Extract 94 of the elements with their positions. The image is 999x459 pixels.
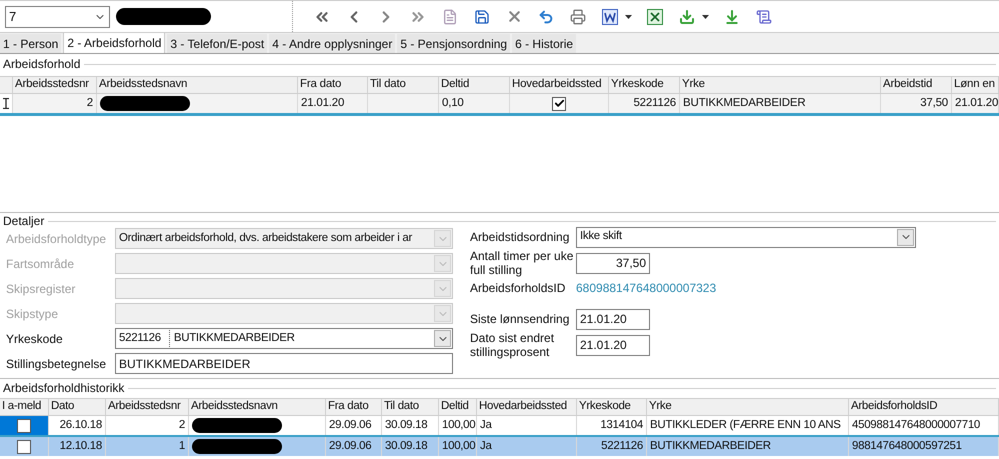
field-label: Arbeidsforholdtype bbox=[6, 230, 108, 248]
table-cell-text: 2 bbox=[86, 96, 93, 111]
download-icon[interactable] bbox=[678, 8, 696, 26]
tab[interactable]: 4 - Andre opplysninger bbox=[269, 34, 396, 53]
table-row[interactable]: 26.10.18 2 29.09.06 30.09.18 100,00 Ja 1314104 BUTIKKLEDER (FÆRRE ENN 10 ANS 450988147648000007710 bbox=[0, 416, 999, 437]
table-cell-text: BUTIKKMEDARBEIDER bbox=[683, 96, 806, 111]
table-cell-text: 5221126 bbox=[633, 96, 676, 111]
table-cell-text: 988147648000597251 bbox=[852, 438, 962, 454]
group-title: Detaljer bbox=[3, 213, 44, 230]
table-cell-text: 30.09.18 bbox=[385, 438, 428, 454]
group-title: Arbeidsforhold bbox=[3, 56, 80, 73]
column-header[interactable]: Arbeidsstedsnavn bbox=[99, 77, 188, 93]
table-cell-text: 0,10 bbox=[442, 96, 464, 111]
column-header[interactable]: Yrkeskode bbox=[579, 399, 631, 415]
tab[interactable]: 6 - Historie bbox=[512, 34, 576, 53]
print-icon[interactable] bbox=[569, 8, 587, 26]
column-header[interactable]: Arbeidsstedsnavn bbox=[191, 399, 278, 415]
tab[interactable]: 5 - Pensjonsordning bbox=[397, 34, 510, 53]
column-header[interactable]: Til dato bbox=[370, 77, 406, 93]
field-label: Dato sist endret stillingsprosent bbox=[470, 331, 556, 359]
field-label: ArbeidsforholdsID bbox=[470, 281, 566, 295]
field-label: Yrkeskode bbox=[6, 330, 64, 348]
table-cell-text: 100,00 bbox=[442, 418, 476, 433]
field-label: Fartsområde bbox=[6, 256, 76, 272]
table-cell-text: Ja bbox=[480, 438, 492, 454]
column-header[interactable]: Deltid bbox=[441, 77, 470, 93]
tab[interactable]: 2 - Arbeidsforhold bbox=[63, 32, 166, 53]
table-cell-text: 1314104 bbox=[600, 418, 643, 433]
checkbox[interactable] bbox=[552, 96, 566, 110]
column-header[interactable]: Yrkeskode bbox=[611, 77, 664, 93]
field-label: Antall timer per uke full stilling bbox=[470, 249, 574, 277]
table-cell-text: 37,50 bbox=[920, 96, 948, 111]
script-icon[interactable] bbox=[755, 8, 773, 26]
table-cell-text: BUTIKKMEDARBEIDER bbox=[650, 438, 771, 454]
dropdown-button[interactable] bbox=[434, 330, 451, 347]
document-icon[interactable] bbox=[441, 8, 459, 26]
table-cell-text: 29.09.06 bbox=[329, 418, 372, 433]
column-header[interactable]: Fra dato bbox=[300, 77, 342, 93]
table-cell-text: 29.09.06 bbox=[329, 438, 372, 454]
table-cell-text: Ja bbox=[480, 418, 492, 433]
table-row[interactable]: 2 21.01.20 0,10 5221126 BUTIKKMEDARBEIDER 37,50 21.01.20 bbox=[0, 94, 999, 116]
undo-icon[interactable] bbox=[537, 8, 555, 26]
table-cell-text: 12.10.18 bbox=[60, 438, 102, 454]
check-icon bbox=[554, 98, 564, 109]
column-header[interactable]: Dato bbox=[51, 399, 74, 415]
table-cell-text: 30.09.18 bbox=[385, 418, 428, 433]
table-cell-text: 21.01.20 bbox=[955, 96, 998, 111]
table-cell-text: 450988147648000007710 bbox=[852, 418, 980, 433]
table-cell-text: 100,00 bbox=[442, 438, 476, 454]
dropdown[interactable]: Ikke skift bbox=[576, 226, 916, 248]
field-label: Stillingsbetegnelse bbox=[6, 356, 108, 372]
column-header[interactable]: Fra dato bbox=[328, 399, 368, 415]
text-field[interactable]: 37,50 bbox=[576, 252, 650, 274]
excel-export-icon[interactable] bbox=[646, 8, 664, 26]
checkbox[interactable] bbox=[17, 440, 31, 454]
checkbox[interactable] bbox=[17, 418, 31, 432]
tab[interactable]: 1 - Person bbox=[0, 34, 62, 53]
field-label: Skipsregister bbox=[6, 280, 76, 298]
text-cursor-icon bbox=[3, 98, 9, 109]
column-header[interactable]: Hovedarbeidssted bbox=[479, 399, 567, 415]
table-cell-text: 1 bbox=[178, 438, 185, 454]
column-header[interactable]: Hovedarbeidssted bbox=[512, 77, 602, 93]
table-cell-text: 26.10.18 bbox=[60, 418, 102, 433]
column-header[interactable]: Yrke bbox=[682, 77, 705, 93]
text-field[interactable]: 21.01.20 bbox=[576, 334, 650, 356]
column-header[interactable]: Lønn en bbox=[954, 77, 995, 93]
column-header[interactable]: Deltid bbox=[441, 399, 469, 415]
column-header[interactable]: ArbeidsforholdsID bbox=[851, 399, 938, 415]
column-header[interactable]: Arbeidsstedsnr bbox=[15, 77, 89, 93]
table-cell-text: BUTIKKLEDER (FÆRRE ENN 10 ANS bbox=[650, 418, 841, 433]
field-label: Skipstype bbox=[6, 306, 60, 322]
column-header[interactable]: I a-meld bbox=[2, 399, 42, 415]
id-link[interactable]: 680988147648000007323 bbox=[576, 279, 716, 297]
word-export-icon[interactable] bbox=[601, 8, 619, 26]
caret-icon[interactable] bbox=[625, 14, 632, 18]
field-label: Siste lønnsendring bbox=[470, 312, 570, 326]
dropdown[interactable]: 5221126 BUTIKKMEDARBEIDER bbox=[115, 328, 453, 349]
table-cell-text: 21.01.20 bbox=[301, 96, 344, 111]
table-cell-text: 2 bbox=[178, 418, 185, 433]
column-header[interactable]: Til dato bbox=[384, 399, 419, 415]
record-dropdown[interactable]: 7 bbox=[5, 6, 110, 28]
table-cell-text: 5221126 bbox=[601, 438, 643, 454]
table-row[interactable]: 12.10.18 1 29.09.06 30.09.18 100,00 Ja 5221126 BUTIKKMEDARBEIDER 988147648000597251 bbox=[0, 437, 999, 456]
column-header[interactable]: Yrke bbox=[649, 399, 672, 415]
tab[interactable]: 3 - Telefon/E-post bbox=[167, 34, 268, 53]
text-field[interactable]: BUTIKKMEDARBEIDER bbox=[115, 353, 453, 374]
save-icon[interactable] bbox=[473, 8, 491, 26]
column-header[interactable]: Arbeidstid bbox=[883, 77, 932, 93]
group-title: Arbeidsforholdhistorikk bbox=[3, 380, 124, 397]
field-label: Arbeidstidsordning bbox=[470, 230, 570, 244]
column-header[interactable]: Arbeidsstedsnr bbox=[108, 399, 181, 415]
caret-icon[interactable] bbox=[702, 14, 709, 18]
text-field[interactable]: 21.01.20 bbox=[576, 308, 650, 330]
dropdown-button[interactable] bbox=[897, 228, 914, 246]
